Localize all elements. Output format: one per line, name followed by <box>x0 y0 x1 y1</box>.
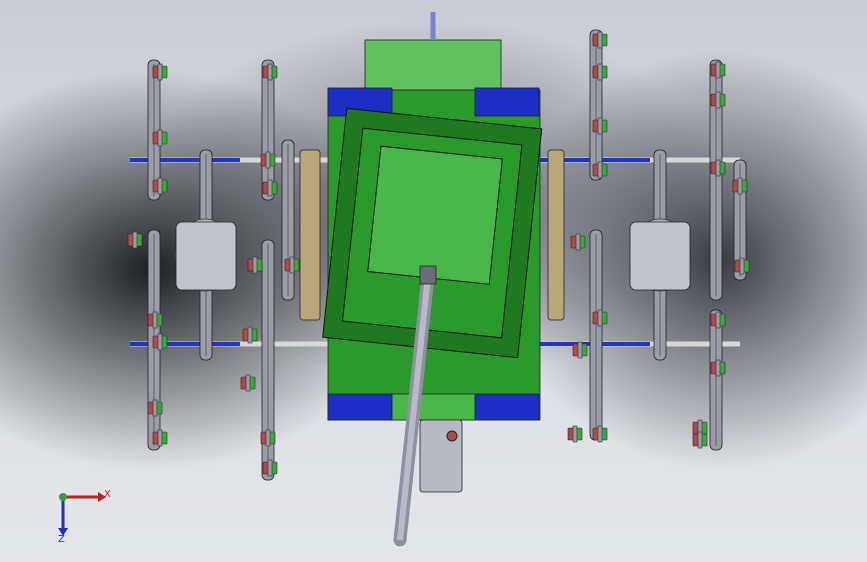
axis-triad: X Z <box>58 489 111 545</box>
y-axis-origin <box>59 493 67 501</box>
z-axis-label: Z <box>58 534 65 545</box>
x-axis-label: X <box>104 489 111 500</box>
cad-viewport[interactable]: X Z <box>0 0 867 562</box>
